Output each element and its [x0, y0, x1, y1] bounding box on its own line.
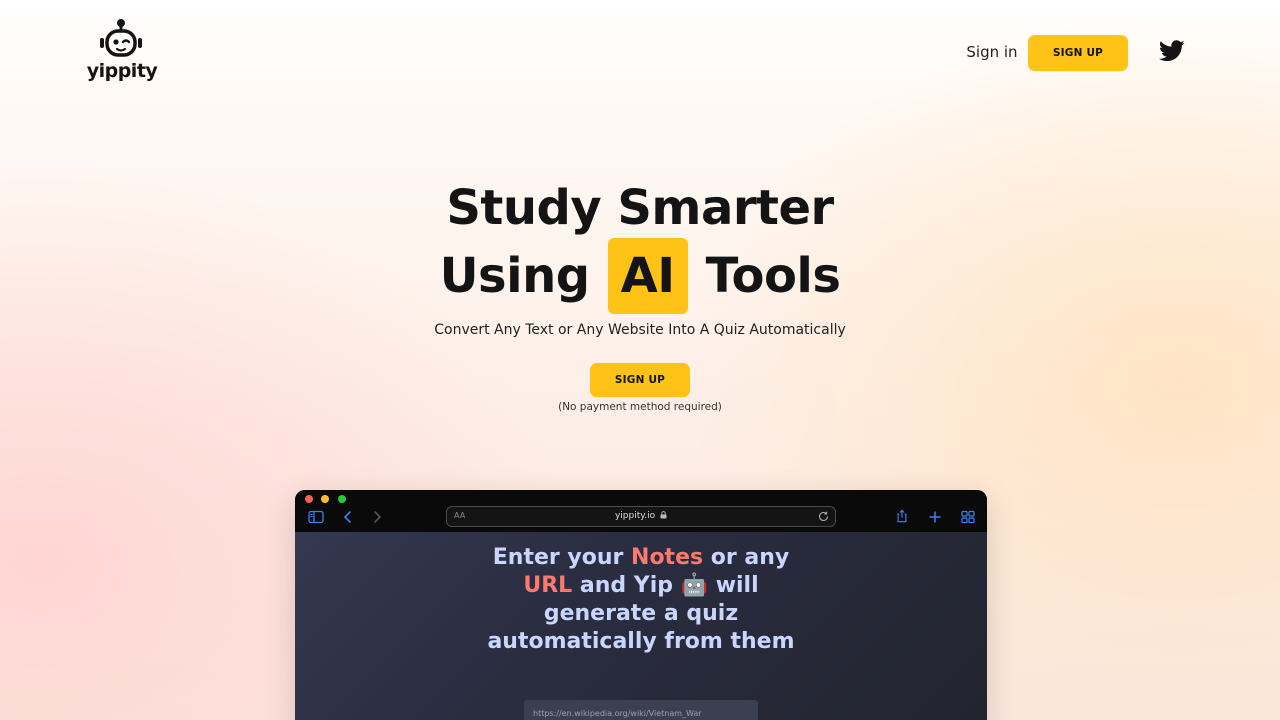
tabs-grid-icon	[961, 510, 975, 524]
hero-subtitle: Convert Any Text or Any Website Into A Q…	[434, 322, 846, 338]
lock-icon	[660, 511, 667, 519]
hero-title-tools: Tools	[705, 248, 841, 304]
address-bar[interactable]: AA yippity.io	[446, 506, 836, 527]
preview-heading-part1: Enter your	[492, 545, 632, 570]
preview-url-input[interactable]: https://en.wikipedia.org/wiki/Vietnam_Wa…	[524, 700, 758, 720]
sign-in-link[interactable]: Sign in	[962, 43, 1022, 61]
hero-title-line2: Using AI Tools	[0, 238, 1280, 314]
reload-icon[interactable]	[817, 510, 830, 523]
twitter-icon	[1158, 40, 1185, 62]
preview-page: Enter your Notes or any URL and Yip 🤖 wi…	[295, 532, 987, 720]
signup-button-header[interactable]: SIGN UP	[1028, 35, 1128, 71]
share-icon	[897, 509, 907, 523]
brand-logo[interactable]: yippity	[86, 18, 158, 84]
app-preview-browser: AA yippity.io Enter your Notes or any UR…	[295, 490, 987, 720]
twitter-link[interactable]	[1158, 40, 1187, 64]
preview-heading-notes: Notes	[631, 545, 704, 570]
ai-highlight-badge: AI	[607, 238, 688, 314]
window-zoom-dot	[338, 495, 346, 503]
back-icon	[343, 511, 351, 523]
browser-toolbar: AA yippity.io	[295, 490, 987, 532]
brand-name: yippity	[86, 60, 158, 82]
robot-logo-icon	[100, 19, 142, 57]
new-tab-icon	[929, 511, 941, 523]
window-minimize-dot	[321, 495, 329, 503]
no-payment-note: (No payment method required)	[558, 401, 722, 413]
preview-heading: Enter your Notes or any URL and Yip 🤖 wi…	[481, 544, 801, 656]
hero-title-line1: Study Smarter	[446, 180, 834, 236]
address-url-text: yippity.io	[614, 511, 656, 521]
top-navigation: yippity Sign in SIGN UP	[0, 0, 1280, 100]
window-close-dot	[305, 495, 313, 503]
sidebar-icon	[308, 510, 324, 524]
address-url: yippity.io	[447, 511, 835, 521]
hero-title: Study Smarter Using AI Tools	[0, 178, 1280, 314]
preview-heading-part2: or any	[703, 545, 790, 570]
hero-title-using: Using	[439, 248, 591, 304]
signup-button-hero[interactable]: SIGN UP	[590, 363, 690, 397]
forward-icon	[374, 511, 382, 523]
preview-heading-url: URL	[523, 573, 573, 598]
